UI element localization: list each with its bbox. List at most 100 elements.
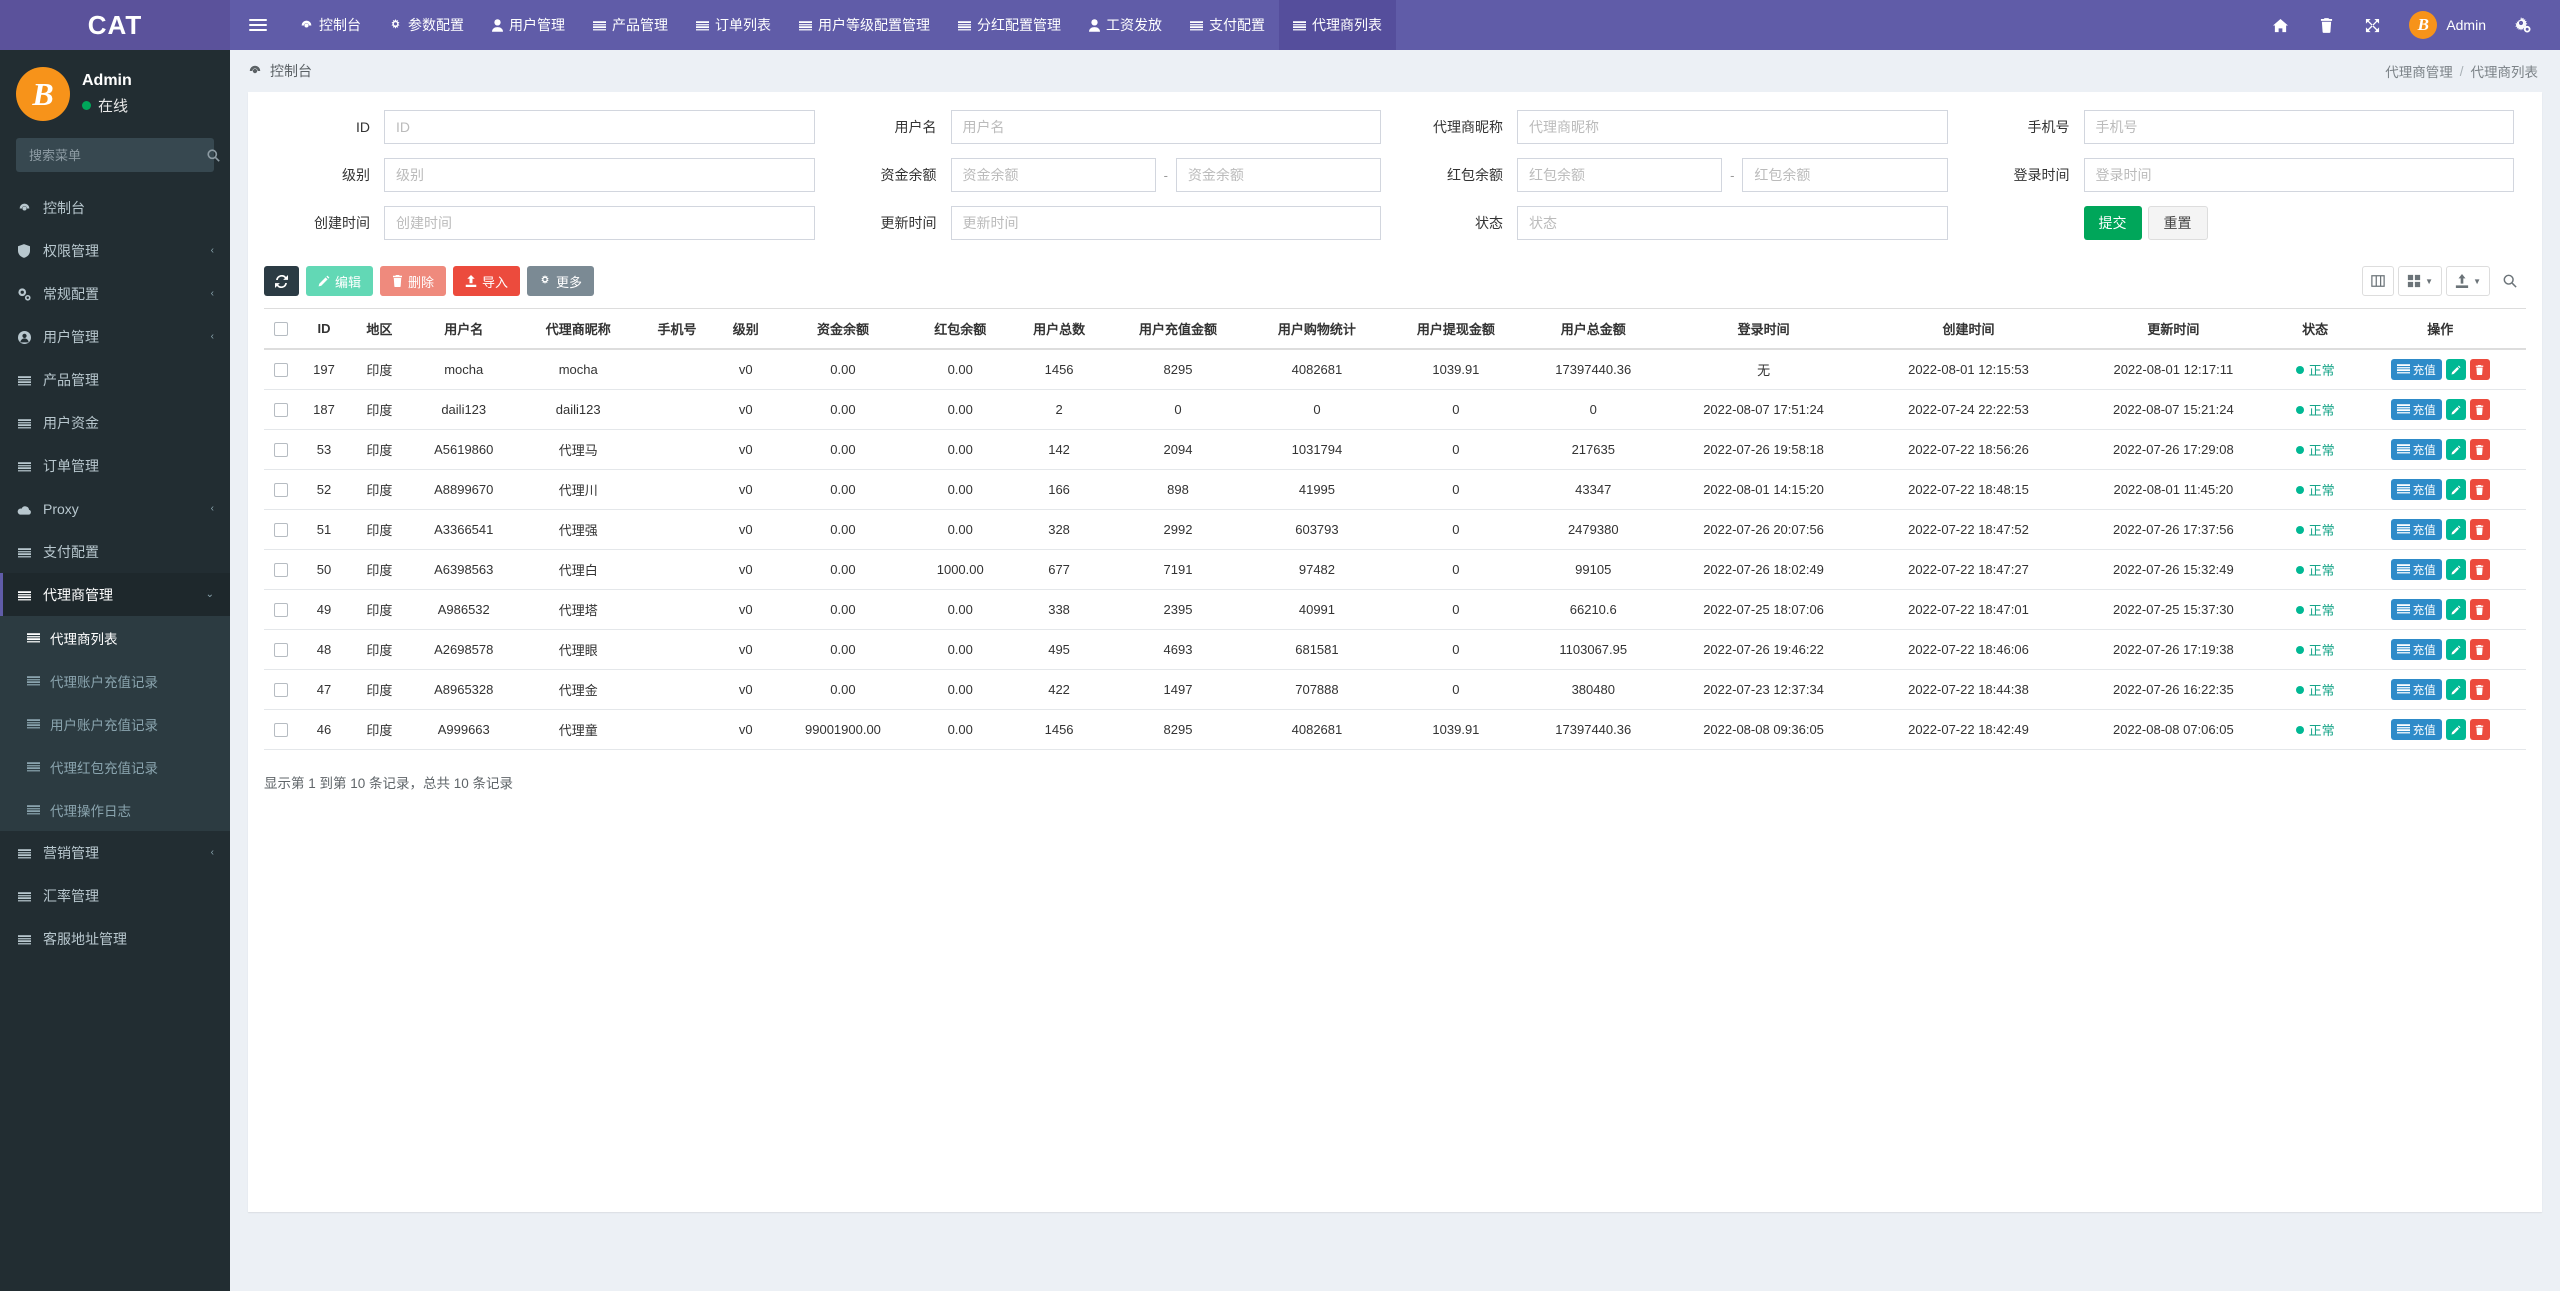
table-header-0[interactable]: ID [298, 308, 351, 350]
table-row[interactable]: 47 印度 A8965328 代理金 v0 0.00 0.00 422 1497 707888 0 3… [264, 669, 2526, 710]
table-header-4[interactable]: 手机号 [637, 308, 717, 350]
table-row[interactable]: 52 印度 A8899670 代理川 v0 0.00 0.00 166 898 41995 0 433… [264, 469, 2526, 510]
table-header-11[interactable]: 用户提现金额 [1386, 308, 1526, 350]
sidebar-item-3[interactable]: 用户管理 ‹ [0, 315, 230, 358]
import-button[interactable]: 导入 [453, 266, 521, 296]
sidebar-item-6[interactable]: 订单管理 [0, 444, 230, 487]
more-button[interactable]: 更多 [527, 266, 595, 296]
recharge-button[interactable]: 充值 [2390, 439, 2442, 460]
delete-row-button[interactable] [2469, 519, 2490, 540]
filter-input-5[interactable] [950, 158, 1156, 192]
row-checkbox[interactable] [274, 523, 288, 538]
delete-button[interactable]: 删除 [380, 266, 447, 296]
table-header-2[interactable]: 用户名 [408, 308, 519, 350]
sidebar-item-5[interactable]: 用户资金 [0, 401, 230, 444]
delete-row-button[interactable] [2469, 559, 2490, 580]
sidebar-item-2[interactable]: 常规配置 ‹ [0, 272, 230, 315]
row-checkbox[interactable] [274, 723, 288, 738]
delete-row-button[interactable] [2469, 359, 2490, 380]
edit-row-button[interactable] [2445, 599, 2466, 620]
table-header-6[interactable]: 资金余额 [775, 308, 911, 350]
recharge-button[interactable]: 充值 [2390, 599, 2442, 620]
filter-input-2[interactable] [1517, 110, 1948, 144]
row-checkbox[interactable] [274, 643, 288, 658]
table-header-14[interactable]: 创建时间 [1866, 308, 2071, 350]
sidebar-item-7[interactable]: Proxy ‹ [0, 487, 230, 530]
reset-button[interactable]: 重置 [2147, 206, 2208, 240]
filter-input-4[interactable] [384, 158, 815, 192]
table-row[interactable]: 197 印度 mocha mocha v0 0.00 0.00 1456 8295 4082681… [264, 349, 2526, 390]
edit-row-button[interactable] [2445, 479, 2466, 500]
delete-row-button[interactable] [2469, 639, 2490, 660]
filter-input-3[interactable] [2083, 110, 2514, 144]
table-search-icon[interactable] [2494, 266, 2526, 296]
table-header-5[interactable]: 级别 [716, 308, 776, 350]
recharge-button[interactable]: 充值 [2390, 719, 2442, 740]
row-checkbox[interactable] [274, 443, 288, 458]
filter-input-9[interactable] [950, 206, 1381, 240]
recharge-button[interactable]: 充值 [2390, 519, 2442, 540]
brand-logo[interactable]: CAT [0, 0, 230, 50]
top-nav-item-7[interactable]: 工资发放 [1075, 0, 1176, 50]
edit-row-button[interactable] [2445, 439, 2466, 460]
table-row[interactable]: 187 印度 daili123 daili123 v0 0.00 0.00 2 0 0 0 0 2022… [264, 389, 2526, 430]
row-checkbox[interactable] [274, 363, 288, 378]
fullscreen-icon[interactable] [2349, 0, 2395, 50]
row-checkbox[interactable] [274, 683, 288, 698]
columns-icon[interactable] [2362, 266, 2395, 296]
row-checkbox[interactable] [274, 563, 288, 578]
filter-input-7[interactable] [2083, 158, 2514, 192]
top-nav-item-5[interactable]: 用户等级配置管理 [785, 0, 944, 50]
delete-row-button[interactable] [2469, 439, 2490, 460]
recharge-button[interactable]: 充值 [2390, 359, 2442, 380]
delete-row-button[interactable] [2469, 679, 2490, 700]
breadcrumb-item-0[interactable]: 代理商管理 [2385, 61, 2453, 81]
row-checkbox[interactable] [274, 403, 288, 418]
table-header-7[interactable]: 红包余额 [910, 308, 1010, 350]
sidebar-subitem-9-4[interactable]: 代理操作日志 [0, 788, 230, 831]
sidebar-item-8[interactable]: 支付配置 [0, 530, 230, 573]
edit-row-button[interactable] [2445, 559, 2466, 580]
search-input[interactable] [27, 146, 207, 164]
delete-row-button[interactable] [2469, 399, 2490, 420]
top-nav-item-3[interactable]: 产品管理 [579, 0, 682, 50]
recharge-button[interactable]: 充值 [2390, 639, 2442, 660]
recharge-button[interactable]: 充值 [2390, 559, 2442, 580]
edit-row-button[interactable] [2445, 719, 2466, 740]
sidebar-item-10[interactable]: 营销管理 ‹ [0, 831, 230, 874]
top-nav-item-4[interactable]: 订单列表 [682, 0, 785, 50]
top-nav-item-0[interactable]: 控制台 [286, 0, 375, 50]
sidebar-toggle-button[interactable] [230, 0, 286, 50]
table-row[interactable]: 50 印度 A6398563 代理白 v0 0.00 1000.00 677 7191 97482… [264, 549, 2526, 590]
table-header-10[interactable]: 用户购物统计 [1247, 308, 1387, 350]
sidebar-subitem-9-2[interactable]: 用户账户充值记录 [0, 702, 230, 745]
filter-input-6-max[interactable] [1742, 158, 1948, 192]
sidebar-subitem-9-3[interactable]: 代理红包充值记录 [0, 745, 230, 788]
home-icon[interactable] [2257, 0, 2303, 50]
trash-icon[interactable] [2303, 0, 2349, 50]
user-menu[interactable]: B Admin [2395, 0, 2500, 50]
filter-input-0[interactable] [384, 110, 815, 144]
sidebar-item-0[interactable]: 控制台 [0, 186, 230, 229]
table-row[interactable]: 49 印度 A986532 代理塔 v0 0.00 0.00 338 2395 40991 0 662… [264, 589, 2526, 630]
table-header-1[interactable]: 地区 [350, 308, 409, 350]
sidebar-item-9[interactable]: 代理商管理 ⌄ [0, 573, 230, 616]
top-nav-item-6[interactable]: 分红配置管理 [944, 0, 1075, 50]
table-row[interactable]: 51 印度 A3366541 代理强 v0 0.00 0.00 328 2992 603793 0 2… [264, 509, 2526, 550]
export-icon[interactable]: ▼ [2446, 266, 2490, 296]
table-row[interactable]: 48 印度 A2698578 代理眼 v0 0.00 0.00 495 4693 681581 0 1… [264, 629, 2526, 670]
row-checkbox[interactable] [274, 603, 288, 618]
delete-row-button[interactable] [2469, 479, 2490, 500]
select-all-checkbox[interactable] [274, 322, 288, 337]
table-header-15[interactable]: 更新时间 [2070, 308, 2276, 350]
gears-icon[interactable] [2500, 0, 2546, 50]
refresh-button[interactable] [264, 266, 299, 296]
row-checkbox[interactable] [274, 483, 288, 498]
top-nav-item-8[interactable]: 支付配置 [1176, 0, 1279, 50]
delete-row-button[interactable] [2469, 599, 2490, 620]
recharge-button[interactable]: 充值 [2390, 479, 2442, 500]
sidebar-item-11[interactable]: 汇率管理 [0, 874, 230, 917]
table-header-13[interactable]: 登录时间 [1661, 308, 1867, 350]
filter-input-8[interactable] [384, 206, 815, 240]
submit-button[interactable]: 提交 [2083, 206, 2142, 240]
